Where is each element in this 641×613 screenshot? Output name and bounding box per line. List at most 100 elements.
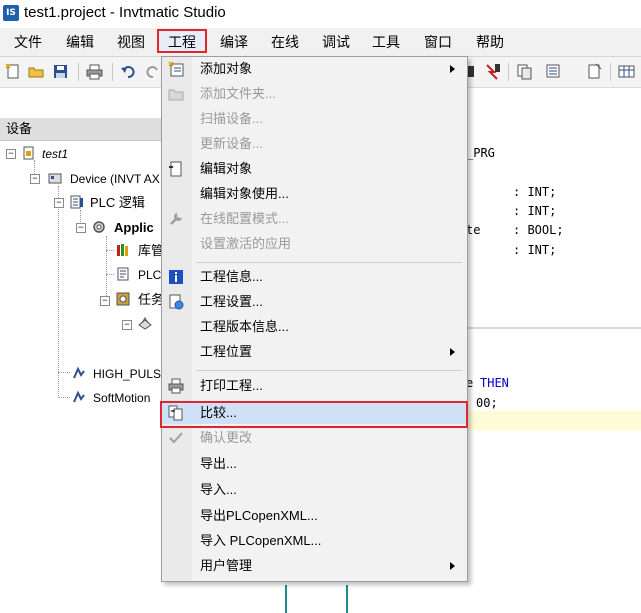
menu-item-label: 工程版本信息... [200, 319, 289, 334]
submenu-arrow-icon [450, 348, 455, 356]
tree-expander[interactable]: − [6, 149, 16, 159]
menu-item-project-version-info[interactable]: 工程版本信息... [162, 316, 467, 338]
tree-item-plc-logic[interactable]: PLC 逻辑 [90, 195, 145, 211]
print-icon[interactable] [86, 63, 103, 80]
editor-current-line [463, 411, 641, 431]
ladder-wire [285, 585, 287, 613]
library-icon[interactable] [546, 63, 563, 80]
tree-line [106, 250, 114, 251]
tree-expander[interactable]: − [76, 223, 86, 233]
menu-item-label: 导出... [200, 456, 237, 471]
save-icon[interactable] [52, 63, 69, 80]
wrench-icon [170, 212, 183, 225]
menu-file[interactable]: 文件 [14, 32, 42, 52]
tree-item-project[interactable]: test1 [42, 146, 68, 162]
menu-item-export[interactable]: 导出... [162, 453, 467, 475]
menu-item-add-object[interactable]: 添加对象 [162, 58, 467, 80]
edit-object-icon [169, 161, 182, 177]
menu-item-project-location[interactable]: 工程位置 [162, 341, 467, 363]
task-icon [138, 317, 152, 330]
tree-line [58, 186, 59, 396]
menu-item-user-management[interactable]: 用户管理 [162, 555, 467, 577]
decl-type: : INT; [513, 204, 557, 218]
menu-item-label: 更新设备... [200, 136, 263, 151]
menu-item-label: 导入 PLCopenXML... [200, 533, 322, 548]
menu-item-export-plcopenxml[interactable]: 导出PLCopenXML... [162, 505, 467, 527]
decl-type: : INT; [513, 243, 557, 257]
ladder-wire [346, 585, 348, 613]
menu-item-project-info[interactable]: 工程信息... [162, 266, 467, 288]
menu-item-label: 编辑对象 [200, 161, 253, 176]
copy-icon[interactable] [516, 63, 533, 80]
menu-item-project-settings[interactable]: 工程设置... [162, 291, 467, 313]
menu-item-label: 用户管理 [200, 558, 253, 573]
menu-item-edit-object[interactable]: 编辑对象 [162, 158, 467, 180]
menu-item-label: 工程设置... [200, 294, 263, 309]
compare-highlight-box [160, 401, 468, 428]
menu-item-import[interactable]: 导入... [162, 479, 467, 501]
menu-item-label: 工程位置 [200, 344, 253, 359]
tree-line [106, 274, 114, 275]
project-dropdown-menu: 添加对象 添加文件夹... 扫描设备... 更新设备... 编辑对象 编辑对象使… [161, 56, 468, 582]
project-icon [23, 146, 34, 160]
menu-view[interactable]: 视图 [117, 32, 145, 52]
menu-separator [196, 262, 462, 263]
menu-item-online-config-mode[interactable]: 在线配置模式... [162, 208, 467, 230]
toolbar-separator [112, 63, 113, 81]
menu-build[interactable]: 编译 [220, 32, 248, 52]
menu-help[interactable]: 帮助 [476, 32, 504, 52]
menu-window[interactable]: 窗口 [424, 32, 452, 52]
tree-expander[interactable]: − [54, 198, 64, 208]
decl-name: te [466, 223, 481, 237]
tree-item-application[interactable]: Applic [114, 220, 154, 236]
decl-type: : INT; [513, 185, 557, 199]
app-logo-icon: IS [3, 5, 19, 21]
menu-tools[interactable]: 工具 [372, 32, 400, 52]
device-icon [48, 173, 62, 184]
menu-item-label: 设置激活的应用 [200, 236, 292, 251]
softmotion-icon [73, 390, 85, 403]
menu-item-label: 添加文件夹... [200, 86, 276, 101]
menu-debug[interactable]: 调试 [322, 32, 350, 52]
folder-icon [168, 89, 184, 101]
grid-icon[interactable] [618, 63, 635, 80]
download-icon[interactable] [484, 63, 501, 80]
menu-item-add-folder[interactable]: 添加文件夹... [162, 83, 467, 105]
plc-logic-icon [70, 195, 83, 209]
tree-item-plc-prg[interactable]: PLC [138, 267, 161, 283]
menu-item-label: 添加对象 [200, 61, 253, 76]
menu-item-import-plcopenxml[interactable]: 导入 PLCopenXML... [162, 530, 467, 552]
menu-edit[interactable]: 编辑 [66, 32, 94, 52]
title-bar: IS test1.project - Invtmatic Studio [0, 0, 641, 28]
menu-item-confirm-changes[interactable]: 确认更改 [162, 427, 467, 449]
tree-item-device[interactable]: Device (INVT AX [70, 171, 160, 187]
add-object-icon [168, 61, 184, 77]
undo-icon[interactable] [120, 63, 137, 80]
redo-icon[interactable] [144, 63, 161, 80]
open-folder-icon[interactable] [28, 63, 45, 80]
toolbar-separator [78, 63, 79, 81]
tree-line [58, 397, 70, 398]
task-config-icon [116, 292, 130, 306]
menu-item-update-device[interactable]: 更新设备... [162, 133, 467, 155]
info-icon [169, 270, 183, 284]
menu-item-edit-object-using[interactable]: 编辑对象使用... [162, 183, 467, 205]
code-line: 00; [476, 396, 498, 410]
new-file-icon[interactable] [5, 63, 22, 80]
editor-splitter[interactable] [463, 327, 641, 329]
application-gear-icon [93, 221, 105, 233]
device-pane-header: 设备 [0, 118, 170, 141]
high-pulse-icon [73, 366, 85, 379]
tree-expander[interactable]: − [30, 174, 40, 184]
menu-item-scan-devices[interactable]: 扫描设备... [162, 108, 467, 130]
tree-item-softmotion[interactable]: SoftMotion [93, 390, 150, 406]
tree-item-high-puls[interactable]: HIGH_PULS [93, 366, 161, 382]
tree-expander[interactable]: − [100, 296, 110, 306]
tree-expander[interactable]: − [122, 320, 132, 330]
menu-project[interactable]: 工程 [168, 32, 196, 52]
menu-item-set-active-application[interactable]: 设置激活的应用 [162, 233, 467, 255]
code-keyword: THEN [480, 376, 509, 390]
menu-online[interactable]: 在线 [271, 32, 299, 52]
page-icon[interactable] [586, 63, 603, 80]
menu-item-print-project[interactable]: 打印工程... [162, 375, 467, 397]
